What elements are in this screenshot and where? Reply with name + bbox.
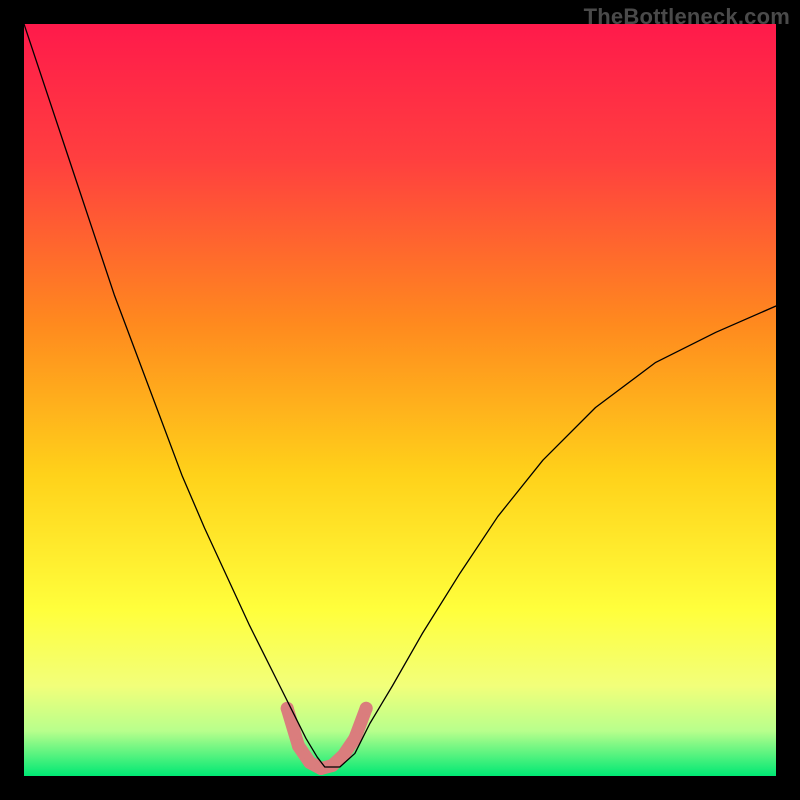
- optimum-highlight-dot: [360, 702, 373, 715]
- watermark-text: TheBottleneck.com: [584, 4, 790, 30]
- optimum-highlight-dot: [326, 759, 339, 772]
- chart-frame: TheBottleneck.com: [0, 0, 800, 800]
- plot-area: [24, 24, 776, 776]
- optimum-highlight-dot: [303, 756, 316, 769]
- optimum-highlight-dot: [315, 762, 328, 775]
- optimum-highlight-dot: [292, 739, 305, 752]
- gradient-background: [24, 24, 776, 776]
- optimum-highlight-dot: [281, 702, 294, 715]
- plot-svg: [24, 24, 776, 776]
